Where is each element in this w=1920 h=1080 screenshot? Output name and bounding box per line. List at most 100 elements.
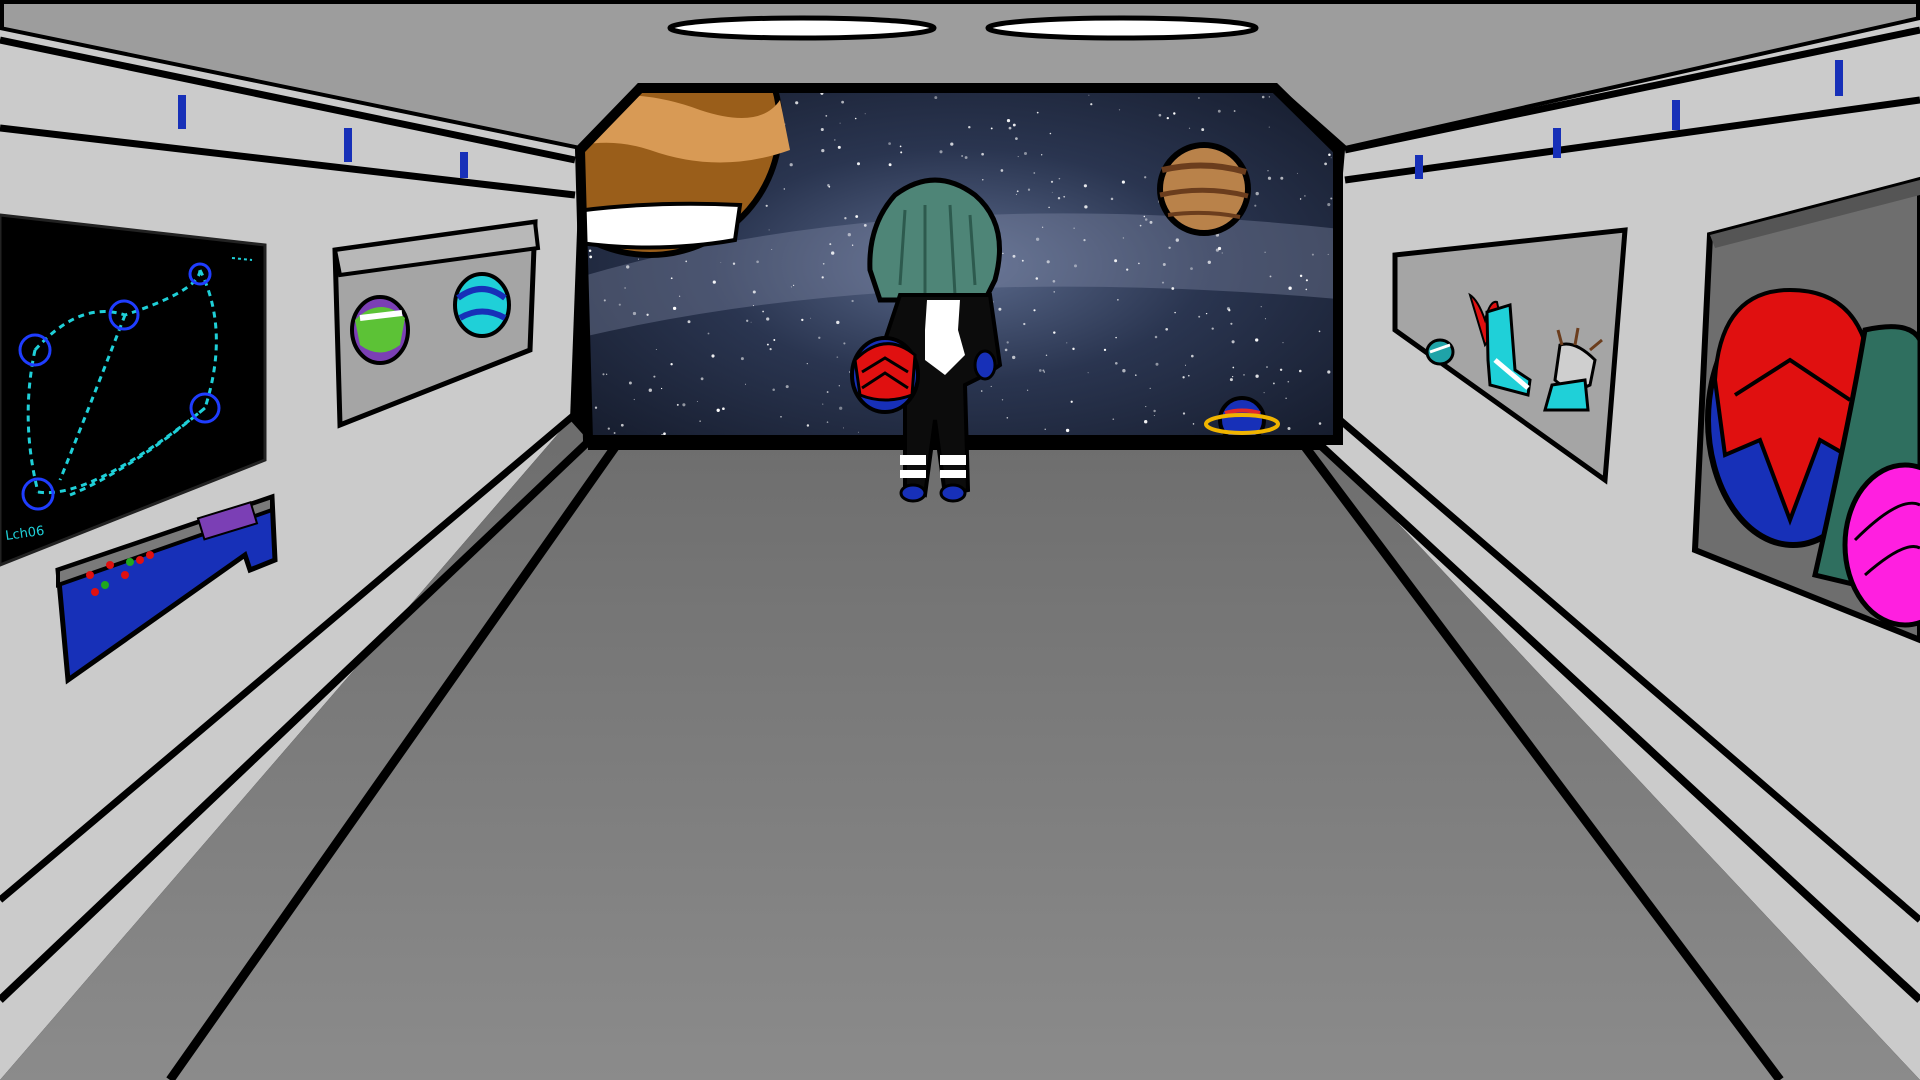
star bbox=[829, 243, 832, 246]
star bbox=[637, 258, 639, 260]
star bbox=[687, 320, 691, 324]
star bbox=[1139, 224, 1142, 227]
star bbox=[1004, 348, 1008, 352]
star bbox=[670, 277, 673, 280]
star bbox=[765, 204, 768, 207]
star bbox=[1149, 387, 1151, 389]
star bbox=[1201, 128, 1205, 132]
star bbox=[1165, 327, 1169, 331]
star bbox=[646, 313, 649, 316]
star bbox=[1266, 366, 1268, 368]
star bbox=[825, 115, 828, 117]
star bbox=[822, 262, 825, 265]
star bbox=[1049, 132, 1052, 135]
star bbox=[837, 145, 841, 149]
star bbox=[841, 100, 844, 104]
star bbox=[1023, 151, 1028, 156]
star bbox=[624, 287, 626, 289]
star bbox=[1299, 369, 1302, 373]
star bbox=[1174, 311, 1176, 314]
star bbox=[655, 348, 657, 350]
star bbox=[1008, 126, 1012, 130]
star bbox=[1330, 157, 1332, 159]
star bbox=[1050, 180, 1054, 183]
star bbox=[1285, 397, 1287, 400]
star bbox=[1168, 246, 1171, 250]
star bbox=[821, 276, 824, 279]
star bbox=[820, 127, 824, 132]
star bbox=[888, 163, 892, 167]
star bbox=[1254, 204, 1257, 207]
star bbox=[982, 179, 984, 181]
star bbox=[1021, 259, 1024, 262]
star bbox=[1012, 355, 1016, 360]
star bbox=[1260, 306, 1262, 308]
star bbox=[1066, 342, 1068, 344]
star bbox=[1153, 415, 1155, 416]
star bbox=[831, 251, 835, 255]
star bbox=[1228, 309, 1231, 312]
star bbox=[1207, 260, 1211, 264]
star bbox=[1114, 361, 1118, 365]
star bbox=[789, 163, 793, 167]
star bbox=[746, 319, 749, 322]
star bbox=[1327, 253, 1329, 255]
star bbox=[594, 406, 598, 409]
star bbox=[1103, 348, 1107, 352]
star bbox=[1015, 193, 1017, 195]
star bbox=[1191, 354, 1194, 358]
teal-orb-icon bbox=[1425, 338, 1455, 366]
star bbox=[626, 265, 630, 269]
star bbox=[1264, 318, 1266, 320]
star bbox=[1304, 195, 1306, 197]
star bbox=[1042, 369, 1045, 372]
star bbox=[836, 320, 840, 325]
star bbox=[653, 375, 656, 378]
star bbox=[822, 403, 824, 405]
star bbox=[801, 318, 804, 322]
star bbox=[847, 233, 851, 237]
star bbox=[769, 348, 772, 351]
star bbox=[602, 373, 605, 376]
star bbox=[1267, 176, 1272, 180]
star bbox=[1190, 267, 1193, 270]
star bbox=[1264, 251, 1266, 253]
star bbox=[1006, 118, 1011, 123]
star bbox=[1229, 378, 1233, 382]
star bbox=[1217, 246, 1222, 251]
star bbox=[1033, 309, 1036, 312]
star bbox=[1144, 420, 1148, 424]
star bbox=[1046, 260, 1050, 264]
star bbox=[1012, 254, 1016, 258]
star bbox=[752, 290, 756, 294]
star bbox=[771, 248, 773, 251]
star bbox=[990, 127, 993, 130]
star bbox=[1145, 406, 1147, 408]
star bbox=[1001, 399, 1004, 401]
right-rail-bracket bbox=[1672, 100, 1680, 130]
star bbox=[806, 362, 808, 365]
star bbox=[1149, 220, 1153, 224]
star bbox=[712, 280, 716, 284]
star bbox=[1117, 299, 1119, 301]
star bbox=[818, 336, 821, 339]
star bbox=[605, 373, 608, 375]
star bbox=[676, 403, 679, 406]
star bbox=[1231, 375, 1234, 378]
star bbox=[618, 303, 621, 306]
left-rail-bracket bbox=[460, 152, 468, 178]
star bbox=[1255, 338, 1259, 342]
left-rail-bracket bbox=[178, 95, 186, 129]
star bbox=[1057, 196, 1061, 200]
star bbox=[964, 156, 968, 159]
star bbox=[1158, 113, 1162, 117]
star bbox=[981, 152, 984, 156]
star bbox=[1083, 239, 1086, 242]
star bbox=[1287, 380, 1290, 383]
star bbox=[1282, 341, 1284, 344]
star bbox=[838, 385, 840, 387]
star bbox=[648, 388, 652, 392]
star bbox=[1035, 237, 1040, 241]
star bbox=[633, 398, 635, 401]
star bbox=[793, 284, 795, 286]
